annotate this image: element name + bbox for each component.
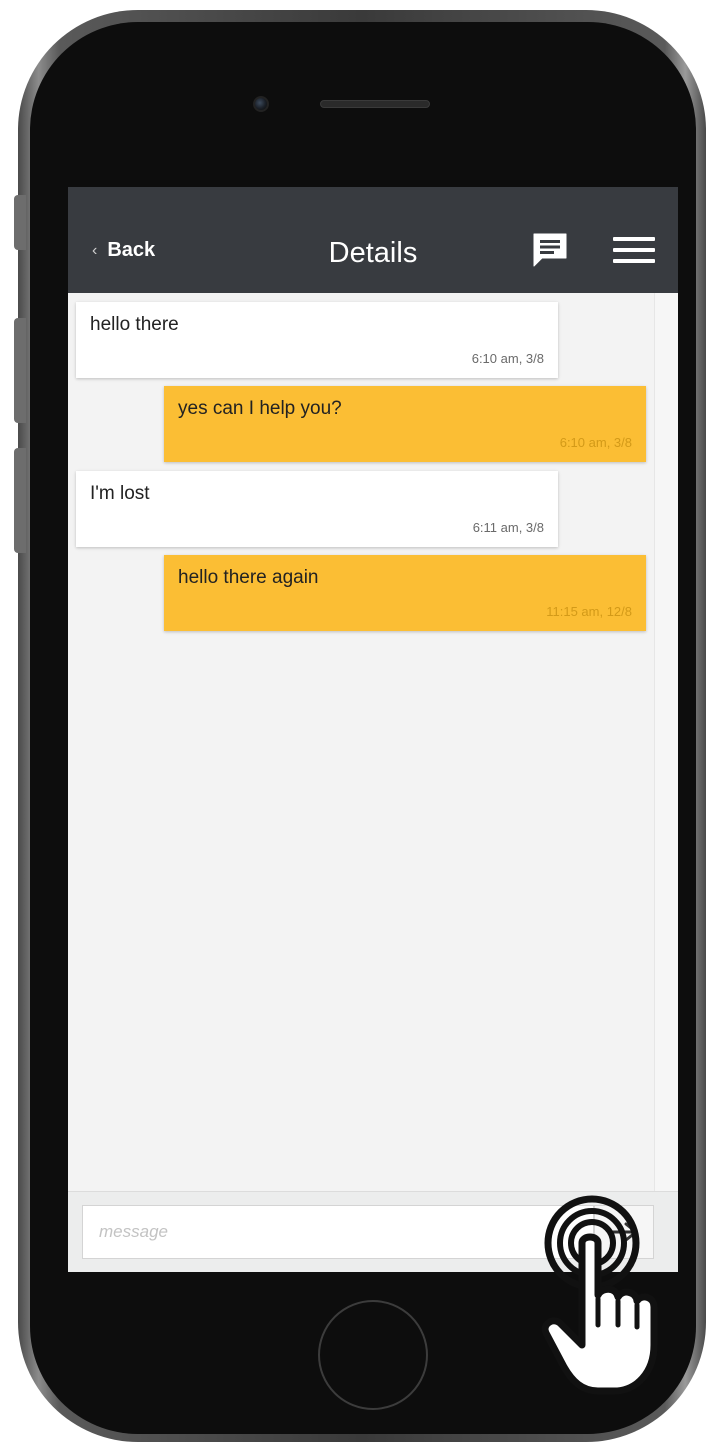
earpiece-speaker <box>320 100 430 108</box>
scrollbar-track[interactable] <box>654 293 678 1191</box>
volume-up-button <box>14 318 26 423</box>
message-time: 11:15 am, 12/8 <box>546 604 632 619</box>
app-header: ‹ Back Details <box>68 187 678 293</box>
chat-bubble-icon[interactable] <box>530 230 570 270</box>
message-text: I'm lost <box>90 483 150 504</box>
volume-down-button <box>14 448 26 553</box>
message-outgoing: hello there again 11:15 am, 12/8 <box>164 555 646 631</box>
message-time: 6:11 am, 3/8 <box>472 520 544 535</box>
message-time: 6:10 am, 3/8 <box>471 351 544 366</box>
message-text: hello there again <box>178 567 319 588</box>
message-input[interactable] <box>82 1205 594 1259</box>
tap-hand-cursor-icon <box>541 1195 658 1395</box>
message-text: yes can I help you? <box>178 398 342 419</box>
message-incoming: hello there 6:10 am, 3/8 <box>76 302 558 378</box>
app-screen: ‹ Back Details hello there 6:10 am, 3/8 … <box>68 187 678 1272</box>
page-title: Details <box>328 237 418 269</box>
message-incoming: I'm lost 6:11 am, 3/8 <box>76 471 558 547</box>
message-outgoing: yes can I help you? 6:10 am, 3/8 <box>164 386 646 462</box>
message-text: hello there <box>90 314 179 335</box>
home-button[interactable] <box>318 1300 428 1410</box>
mute-switch <box>14 195 26 250</box>
message-list: hello there 6:10 am, 3/8 yes can I help … <box>68 293 654 1191</box>
front-camera <box>253 96 269 112</box>
hamburger-menu-icon[interactable] <box>613 237 655 265</box>
message-time: 6:10 am, 3/8 <box>559 435 632 450</box>
